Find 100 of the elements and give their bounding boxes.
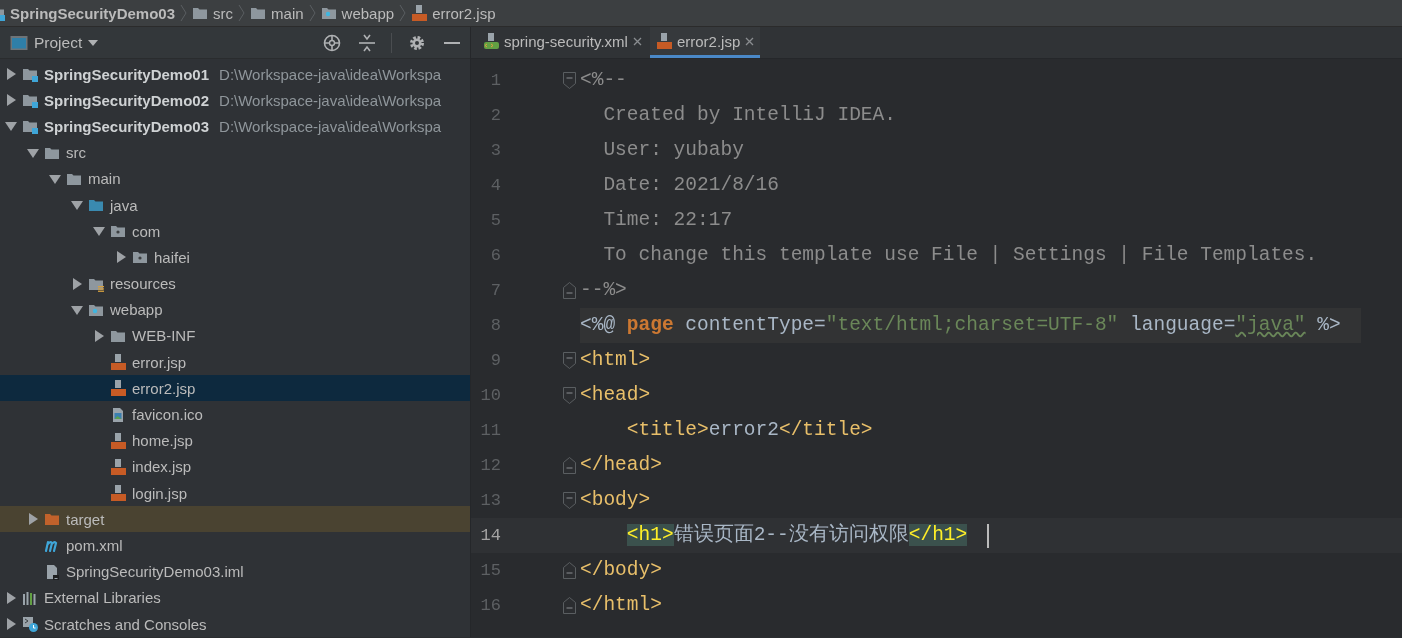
web-folder-icon	[320, 5, 337, 21]
tree-item[interactable]: External Libraries	[0, 584, 470, 611]
code-line: User: yubaby	[602, 138, 745, 163]
fold-marker-icon[interactable]	[563, 72, 576, 89]
fold-marker-icon[interactable]	[563, 562, 576, 579]
tree-item[interactable]: home.jsp	[0, 427, 470, 454]
tree-item[interactable]: resources	[0, 270, 470, 297]
text-cursor	[987, 523, 990, 548]
code-line: </html>	[580, 593, 663, 618]
tree-item[interactable]: haifei	[0, 244, 470, 271]
chevron-icon	[180, 4, 188, 22]
fold-marker-icon[interactable]	[563, 282, 576, 299]
caret-right-icon[interactable]	[4, 67, 18, 82]
tree-item[interactable]: main	[0, 165, 470, 192]
breadcrumb-item[interactable]: src	[187, 4, 239, 22]
code-line: <%--	[580, 68, 628, 93]
project-view-dropdown[interactable]: Project	[8, 31, 101, 54]
item-path: D:\Workspace-java\idea\Workspa	[219, 65, 442, 83]
tree-item[interactable]: target	[0, 506, 470, 533]
item-label: WEB-INF	[132, 327, 196, 345]
tree-item[interactable]: SpringSecurityDemo03.iml	[0, 558, 470, 585]
caret-right-icon[interactable]	[4, 617, 18, 632]
fold-marker-icon[interactable]	[563, 352, 576, 369]
code-line: <body>	[580, 488, 652, 513]
caret-down-icon	[88, 39, 99, 46]
code-line: Date: 2021/8/16	[602, 173, 780, 198]
crosshair-icon	[323, 33, 341, 52]
item-label: java	[110, 196, 138, 214]
jsp-file-icon	[411, 5, 428, 21]
item-path: D:\Workspace-java\idea\Workspa	[219, 91, 442, 109]
panel-icon	[10, 34, 28, 51]
caret-right-icon[interactable]	[92, 328, 106, 343]
tree-item[interactable]: webapp	[0, 296, 470, 323]
jsp-file-icon	[110, 354, 126, 371]
code-line: --%>	[580, 278, 628, 303]
fold-marker-icon[interactable]	[563, 492, 576, 509]
caret-right-icon[interactable]	[4, 590, 18, 605]
jsp-file-icon	[110, 432, 126, 449]
jsp-file-icon	[110, 380, 126, 397]
breadcrumb-item[interactable]: SpringSecurityDemo03	[0, 4, 181, 22]
fold-marker-icon[interactable]	[563, 597, 576, 614]
tree-item[interactable]: src	[0, 139, 470, 166]
item-label: index.jsp	[132, 458, 192, 476]
tree-item[interactable]: pom.xml	[0, 532, 470, 559]
item-label: favicon.ico	[132, 406, 203, 424]
code-line: </head>	[580, 453, 663, 478]
tree-item[interactable]: Scratches and Consoles	[0, 610, 470, 638]
tree-item[interactable]: WEB-INF	[0, 322, 470, 350]
scratches-icon	[22, 616, 38, 633]
tree-item[interactable]: SpringSecurityDemo02 D:\Workspace-java\idea\Workspa	[0, 87, 470, 114]
settings-icon	[408, 33, 426, 52]
caret-right-icon[interactable]	[26, 512, 40, 527]
item-label: home.jsp	[132, 432, 193, 450]
package-folder-icon	[132, 249, 148, 266]
item-label: haifei	[154, 248, 190, 266]
jsp-file-icon	[655, 33, 672, 49]
module-folder-icon	[22, 118, 38, 135]
code-line: To change this template use File | Settings | File Templates.	[602, 243, 1319, 268]
tree-item[interactable]: index.jsp	[0, 453, 470, 480]
code-line: <h1>错误页面2--没有访问权限</h1>	[625, 522, 969, 548]
item-label: login.jsp	[132, 484, 188, 502]
code-line: </body>	[580, 558, 663, 583]
item-label: SpringSecurityDemo02	[44, 91, 210, 109]
tree-item[interactable]: SpringSecurityDemo03 D:\Workspace-java\idea\Workspa	[0, 113, 470, 140]
folder-icon	[192, 5, 209, 21]
jsp-file-icon	[110, 485, 126, 502]
breadcrumb-item[interactable]: main	[245, 4, 309, 22]
module-folder-icon	[22, 66, 38, 83]
code-line: <head>	[580, 383, 652, 408]
editor-tab[interactable]: error2.jsp	[649, 27, 761, 58]
package-folder-icon	[110, 223, 126, 240]
editor-tab[interactable]: spring-security.xml	[477, 27, 648, 58]
caret-right-icon[interactable]	[70, 276, 84, 291]
close-icon[interactable]	[632, 36, 642, 46]
source-folder-icon	[88, 197, 104, 214]
folder-icon	[44, 511, 60, 528]
fold-marker-icon[interactable]	[563, 457, 576, 474]
tree-item[interactable]: com	[0, 218, 470, 245]
code-line: Time: 22:17	[602, 208, 734, 233]
item-label: error.jsp	[132, 353, 187, 371]
line-number: 14	[479, 526, 501, 545]
tree-item[interactable]: SpringSecurityDemo01 D:\Workspace-java\idea\Workspa	[0, 61, 470, 88]
item-label: webapp	[110, 301, 163, 319]
tree-item[interactable]: favicon.ico	[0, 401, 470, 428]
breadcrumb-item[interactable]: error2.jsp	[406, 4, 501, 22]
close-icon[interactable]	[745, 36, 755, 46]
code-line: <html>	[580, 348, 652, 373]
fold-marker-icon[interactable]	[563, 387, 576, 404]
tree-item[interactable]: java	[0, 191, 470, 219]
item-label: src	[66, 144, 86, 162]
item-label: resources	[110, 275, 176, 293]
breadcrumb-item[interactable]: webapp	[315, 4, 400, 22]
tree-item[interactable]: login.jsp	[0, 480, 470, 507]
libraries-icon	[22, 589, 38, 606]
tree-item[interactable]: error2.jsp	[0, 375, 470, 402]
item-label: External Libraries	[44, 589, 161, 607]
item-label: com	[132, 222, 161, 240]
tree-item[interactable]: error.jsp	[0, 349, 470, 376]
caret-right-icon[interactable]	[114, 250, 128, 265]
caret-right-icon[interactable]	[4, 93, 18, 108]
